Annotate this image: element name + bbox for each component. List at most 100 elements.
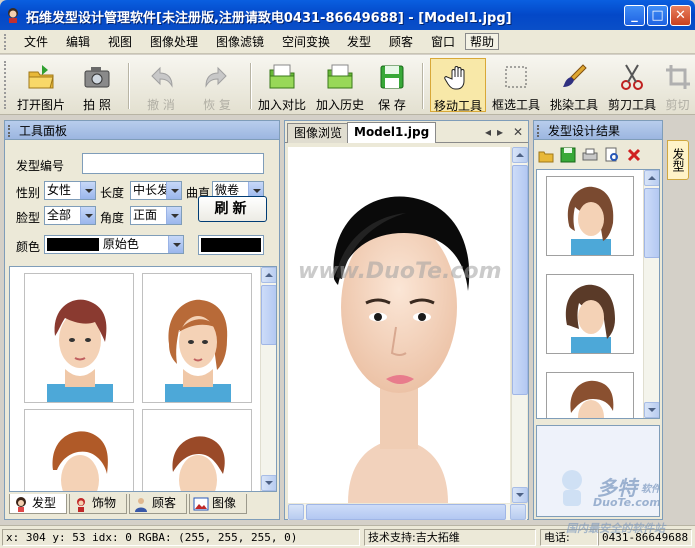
image-canvas[interactable]: www.DuoTe.com [288, 147, 510, 503]
menu-hairstyle[interactable]: 发型 [343, 34, 375, 51]
open-folder-icon [28, 65, 54, 89]
accessory-icon [77, 498, 85, 512]
add-compare-folder-icon [269, 64, 295, 89]
scroll-right-icon[interactable] [510, 504, 526, 520]
scroll-up-icon[interactable] [261, 267, 276, 283]
add-compare-button[interactable]: 加入对比 [254, 58, 310, 112]
status-bar: x: 304 y: 53 idx: 0 RGBA: (255, 255, 255… [0, 522, 695, 548]
angle-label: 角度 [100, 211, 125, 225]
tool-panel-header: 工具面板 [4, 120, 280, 140]
result-wavy-hair-image [565, 284, 615, 353]
gallery-scrollbar[interactable] [260, 267, 276, 491]
length-label: 长度 [100, 186, 125, 200]
undo-button[interactable]: 撤 消 [136, 58, 186, 112]
hairstyle-thumb[interactable] [142, 409, 252, 491]
scroll-up-icon[interactable] [644, 170, 659, 186]
highlight-dye-tool-button[interactable]: 挑染工具 [546, 58, 602, 112]
menu-image-process[interactable]: 图像处理 [146, 34, 202, 51]
chevron-down-icon[interactable] [168, 236, 183, 253]
chevron-down-icon[interactable] [80, 207, 95, 224]
tab-image-browser[interactable]: 图像浏览 [287, 123, 350, 143]
select-tool-button[interactable]: 框选工具 [488, 58, 544, 112]
delete-icon[interactable] [626, 147, 642, 163]
hairstyle-thumb[interactable] [24, 409, 134, 491]
gender-select[interactable]: 女性 [44, 181, 96, 200]
tab-hairstyle[interactable]: 发型 [9, 494, 67, 514]
select-tool-label: 框选工具 [491, 98, 540, 112]
maximize-button[interactable]: □ [647, 5, 668, 26]
tab-accessory[interactable]: 饰物 [69, 494, 127, 514]
menu-transform[interactable]: 空间变换 [278, 34, 334, 51]
title-bar: 拓维发型设计管理软件[未注册版,注册请致电0431-86649688] - [M… [0, 0, 695, 30]
scroll-down-icon[interactable] [512, 487, 528, 503]
scroll-up-icon[interactable] [512, 147, 528, 163]
move-tool-button[interactable]: 移动工具 [430, 58, 486, 113]
open-image-button[interactable]: 打开图片 [10, 58, 72, 112]
scroll-thumb[interactable] [306, 504, 506, 520]
scroll-thumb[interactable] [644, 188, 659, 258]
menu-view[interactable]: 视图 [104, 34, 136, 51]
length-select[interactable]: 中长发 [130, 181, 182, 200]
save-disk-icon[interactable] [560, 147, 576, 163]
chevron-down-icon[interactable] [166, 182, 181, 199]
brand-watermark-url: DuoTe.com [593, 496, 660, 509]
customer-icon [135, 498, 147, 512]
result-thumb[interactable] [546, 372, 634, 418]
hair-color-select[interactable]: 原始色 [44, 235, 184, 254]
result-thumb[interactable] [546, 176, 634, 256]
menu-file[interactable]: 文件 [20, 34, 52, 51]
hairstyle-thumb[interactable] [24, 273, 134, 403]
style-number-input[interactable] [82, 153, 264, 174]
tech-support-text: 技术支持:吉大拓维 [364, 529, 536, 546]
toolbar-separator [250, 63, 252, 109]
tab-scroll-right-icon[interactable]: ▸ [497, 125, 503, 139]
close-button[interactable]: ✕ [670, 5, 691, 26]
angle-select[interactable]: 正面 [130, 206, 182, 225]
scissors-tool-button[interactable]: 剪刀工具 [604, 58, 660, 112]
side-tab-hairstyle[interactable]: 发型 [667, 140, 689, 180]
chevron-down-icon[interactable] [80, 182, 95, 199]
canvas-vertical-scrollbar[interactable] [511, 147, 528, 503]
menu-image-filter[interactable]: 图像滤镜 [212, 34, 268, 51]
color-swatch [47, 238, 99, 251]
scroll-thumb[interactable] [261, 285, 276, 345]
menu-window[interactable]: 窗口 [427, 34, 459, 51]
chevron-down-icon[interactable] [166, 207, 181, 224]
open-folder-icon[interactable] [538, 147, 554, 163]
redo-button[interactable]: 恢 复 [192, 58, 242, 112]
camera-icon [84, 67, 110, 88]
preview-icon[interactable] [604, 147, 620, 163]
result-thumb[interactable] [546, 274, 634, 354]
menu-customer[interactable]: 顾客 [385, 34, 417, 51]
face-shape-select[interactable]: 全部 [44, 206, 96, 225]
scroll-down-icon[interactable] [644, 402, 659, 418]
menu-edit[interactable]: 编辑 [62, 34, 94, 51]
result-scrollbar[interactable] [643, 170, 659, 418]
gender-value: 女性 [47, 183, 72, 197]
hairstyle-auburn-bob-image [25, 410, 133, 491]
add-history-button[interactable]: 加入历史 [312, 58, 368, 112]
minimize-button[interactable]: _ [624, 5, 645, 26]
redo-arrow-icon [205, 66, 227, 88]
cursor-coords-readout: x: 304 y: 53 idx: 0 RGBA: (255, 255, 255… [2, 529, 360, 546]
save-button[interactable]: 保 存 [370, 58, 414, 112]
scroll-thumb[interactable] [512, 165, 528, 395]
canvas-horizontal-scrollbar[interactable] [288, 504, 527, 520]
scroll-down-icon[interactable] [261, 475, 276, 491]
tab-close-icon[interactable]: ✕ [513, 125, 523, 139]
tab-image[interactable]: 图像 [189, 494, 247, 514]
crop-tool-button[interactable]: 剪切 [660, 58, 695, 112]
brush-icon [563, 64, 587, 87]
hairstyle-short-red-image [25, 274, 133, 402]
take-photo-button[interactable]: 拍 照 [74, 58, 120, 112]
hairstyle-thumb[interactable] [142, 273, 252, 403]
refresh-button[interactable]: 刷新 [198, 196, 267, 222]
menu-help[interactable]: 帮助 [465, 33, 500, 50]
color-picker-button[interactable] [198, 235, 264, 255]
tab-model1[interactable]: Model1.jpg [347, 122, 437, 143]
print-icon[interactable] [582, 147, 598, 163]
scroll-left-icon[interactable] [288, 504, 304, 520]
document-tabs: 图像浏览 Model1.jpg ◂ ▸ ✕ [285, 121, 528, 143]
tab-customer[interactable]: 顾客 [129, 494, 187, 514]
tab-scroll-left-icon[interactable]: ◂ [485, 125, 491, 139]
